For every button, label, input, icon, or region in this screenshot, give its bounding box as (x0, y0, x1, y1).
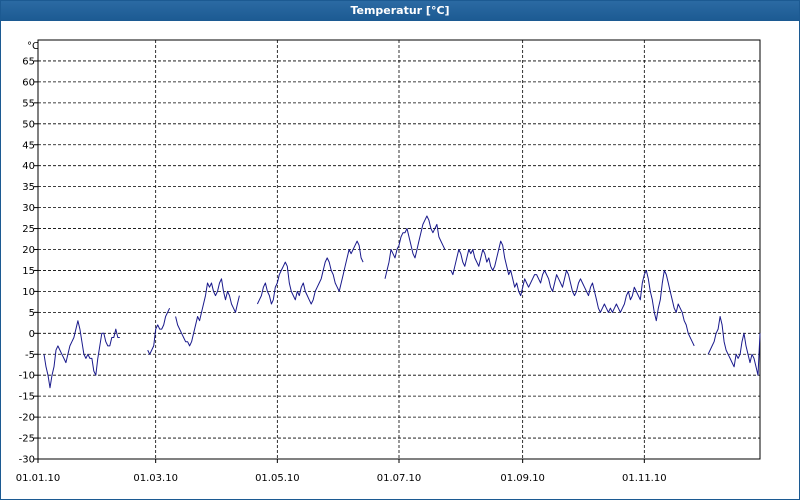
y-tick-label: 20 (22, 245, 35, 256)
y-tick-label: 25 (22, 224, 35, 235)
y-tick-label: 10 (22, 287, 35, 298)
y-tick-label: 15 (22, 266, 35, 277)
grid-lines (38, 40, 760, 459)
y-tick-label: 5 (29, 308, 35, 319)
y-tick-label: 30 (22, 203, 35, 214)
y-tick-label: -25 (19, 434, 35, 445)
y-tick-label: 35 (22, 182, 35, 193)
y-axis: 65605550454035302520151050-5-10-15-20-25… (19, 56, 38, 466)
series-line-segment (707, 316, 761, 376)
x-tick-label: 01.09.10 (500, 473, 545, 484)
x-tick-label: 01.01.10 (16, 473, 61, 484)
y-tick-label: -5 (25, 350, 35, 361)
y-tick-label: 45 (22, 140, 35, 151)
y-tick-label: 60 (22, 77, 35, 88)
y-tick-label: -20 (19, 413, 35, 424)
y-tick-label: 55 (22, 98, 35, 109)
x-tick-label: 01.05.10 (255, 473, 300, 484)
y-tick-label: -30 (19, 455, 35, 466)
y-tick-label: 40 (22, 161, 35, 172)
series-line-segment (256, 240, 364, 305)
series-line-segment (384, 215, 446, 279)
y-axis-unit-label: °C (27, 41, 39, 52)
temperature-chart: °C 65605550454035302520151050-5-10-15-20… (16, 39, 761, 484)
series-line-segment (450, 240, 695, 347)
y-tick-label: 65 (22, 56, 35, 67)
y-tick-label: -10 (19, 371, 35, 382)
x-axis: 01.01.10 01.03.10 01.05.10 01.07.10 01.09.10… (16, 459, 667, 484)
x-tick-label: 01.11.10 (622, 473, 667, 484)
x-tick-label: 01.07.10 (377, 473, 422, 484)
series-line-segment (147, 307, 171, 355)
y-tick-label: 50 (22, 119, 35, 130)
x-tick-label: 01.03.10 (133, 473, 178, 484)
y-tick-label: -15 (19, 392, 35, 403)
temperature-series (43, 215, 761, 389)
y-tick-label: 0 (29, 329, 35, 340)
